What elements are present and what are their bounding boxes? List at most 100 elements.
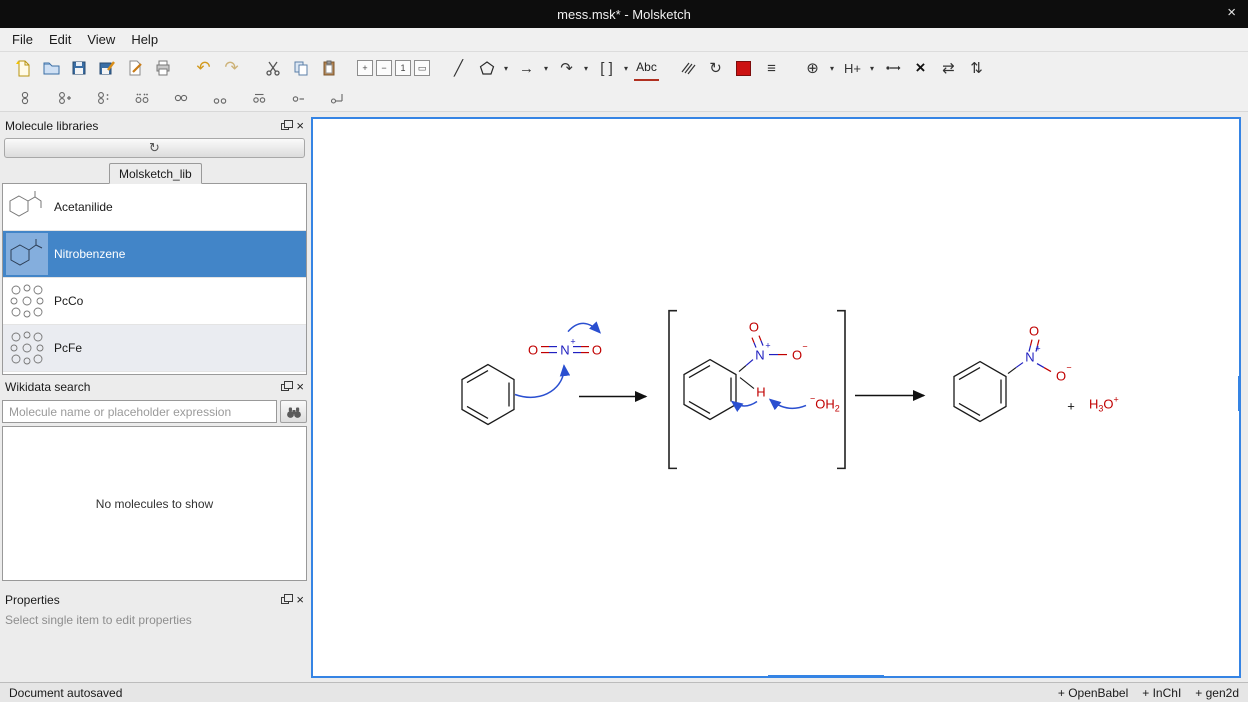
rotate-tool-icon[interactable]: ↻ <box>703 56 728 81</box>
add-hydrogen-icon[interactable] <box>51 85 76 110</box>
menu-help[interactable]: Help <box>123 29 166 50</box>
library-item-nitrobenzene[interactable]: Nitrobenzene <box>3 231 306 278</box>
text-tool-icon[interactable]: Abc <box>634 56 659 81</box>
intermediate-h: H <box>756 385 765 400</box>
bond-angle-icon[interactable] <box>324 85 349 110</box>
wikidata-panel-title: Wikidata search <box>5 380 281 394</box>
export-document-icon[interactable] <box>122 56 147 81</box>
status-bar: Document autosaved + OpenBabel + InChI +… <box>0 682 1248 702</box>
libraries-float-icon[interactable] <box>281 123 289 130</box>
atom-pair-icon[interactable] <box>207 85 232 110</box>
zoom-fit-icon[interactable]: ▭ <box>414 60 430 76</box>
mechanism-arrow-nitronium-curl[interactable] <box>568 323 600 332</box>
open-document-icon[interactable] <box>38 56 63 81</box>
nitrobenzene-structure-icon <box>6 233 48 275</box>
line-width-tool-icon[interactable]: ≡ <box>759 56 784 81</box>
color-swatch[interactable] <box>731 56 756 81</box>
menu-bar: File Edit View Help <box>0 28 1248 52</box>
main-toolbar: ↶ ↷ + − 1 ▭ ╱ ▾ → ▾ ↷ ▾ [ ] ▾ Abc ↻ <box>0 52 1248 84</box>
charge-dropdown-icon[interactable]: ▾ <box>827 64 837 73</box>
product-nitrobenzene[interactable]: N + O O − <box>954 324 1072 422</box>
plugin-openbabel[interactable]: + OpenBabel <box>1058 686 1128 700</box>
nitronium-o-left: O <box>528 343 538 358</box>
library-item-pcfe[interactable]: PcFe <box>3 325 306 372</box>
product-o-right: O <box>1056 369 1066 384</box>
library-tab-bar: Molsketch_lib <box>2 161 307 184</box>
lone-pair-icon[interactable] <box>129 85 154 110</box>
remove-hydrogen-icon[interactable] <box>90 85 115 110</box>
mechanism-arrow-dropdown-icon[interactable]: ▾ <box>581 64 591 73</box>
cut-icon[interactable] <box>260 56 285 81</box>
intermediate-complex[interactable]: N + O O − <box>669 311 845 469</box>
properties-hint-text: Select single item to edit properties <box>0 609 309 631</box>
flip-vertical-tool-icon[interactable]: ⇅ <box>964 56 989 81</box>
bond-order-icon[interactable] <box>246 85 271 110</box>
refresh-icon: ↻ <box>149 140 160 156</box>
atom-valence-icon[interactable] <box>12 85 37 110</box>
print-icon[interactable] <box>150 56 175 81</box>
copy-icon[interactable] <box>288 56 313 81</box>
flip-horizontal-tool-icon[interactable]: ⇄ <box>936 56 961 81</box>
radical-icon[interactable] <box>168 85 193 110</box>
bracket-tool-icon[interactable]: [ ] <box>594 56 619 81</box>
charge-tool-icon[interactable]: ⊕ <box>800 56 825 81</box>
hydronium-label: H3O+ <box>1089 394 1119 413</box>
library-item-pcco[interactable]: PcCo <box>3 278 306 325</box>
draw-bond-tool-icon[interactable]: ╱ <box>446 56 471 81</box>
save-document-icon[interactable] <box>66 56 91 81</box>
canvas-vertical-scrollbar[interactable] <box>1238 376 1241 411</box>
reactant-benzene[interactable] <box>462 365 514 425</box>
wikidata-float-icon[interactable] <box>281 384 289 391</box>
hydrogen-tool-icon[interactable]: H+ <box>840 56 865 81</box>
redo-icon[interactable]: ↷ <box>219 56 244 81</box>
zoom-out-icon[interactable]: − <box>376 60 392 76</box>
library-item-acetanilide[interactable]: Acetanilide <box>3 184 306 231</box>
zoom-in-icon[interactable]: + <box>357 60 373 76</box>
molecule-search-input[interactable] <box>2 400 277 423</box>
properties-float-icon[interactable] <box>281 597 289 604</box>
plugin-gen2d[interactable]: + gen2d <box>1195 686 1239 700</box>
ring-tool-dropdown-icon[interactable]: ▾ <box>501 64 511 73</box>
hydronium-ion[interactable]: H3O+ <box>1089 394 1119 413</box>
undo-icon[interactable]: ↶ <box>191 56 216 81</box>
zoom-original-icon[interactable]: 1 <box>395 60 411 76</box>
window-title: mess.msk* - Molsketch <box>557 7 691 22</box>
title-bar[interactable]: mess.msk* - Molsketch × <box>0 0 1248 28</box>
wikidata-close-icon[interactable]: × <box>296 382 304 392</box>
delete-tool-icon[interactable]: × <box>908 56 933 81</box>
pcco-structure-icon <box>6 280 48 322</box>
drawing-canvas[interactable]: O N + O <box>311 117 1241 678</box>
menu-file[interactable]: File <box>4 29 41 50</box>
right-bracket <box>837 311 845 469</box>
mechanism-arrow-tool-icon[interactable]: ↷ <box>554 56 579 81</box>
save-as-icon[interactable] <box>94 56 119 81</box>
hatch-tool-icon[interactable] <box>675 56 700 81</box>
plugin-inchi[interactable]: + InChI <box>1142 686 1181 700</box>
connect-atoms-tool-icon[interactable] <box>880 56 905 81</box>
bracket-dropdown-icon[interactable]: ▾ <box>621 64 631 73</box>
water-molecule[interactable]: −OH2 <box>770 394 840 414</box>
tab-molsketch-lib[interactable]: Molsketch_lib <box>109 163 202 184</box>
properties-close-icon[interactable]: × <box>296 595 304 605</box>
product-o-top: O <box>1029 324 1039 339</box>
mechanism-arrow-benzene-to-nitronium[interactable] <box>515 366 564 398</box>
ring-tool-icon[interactable] <box>474 56 499 81</box>
nitronium-o-right: O <box>592 343 602 358</box>
status-message: Document autosaved <box>9 686 1044 700</box>
libraries-panel-title: Molecule libraries <box>5 119 281 133</box>
paste-icon[interactable] <box>316 56 341 81</box>
mechanism-arrow-water-to-h[interactable] <box>770 399 806 408</box>
menu-edit[interactable]: Edit <box>41 29 79 50</box>
bond-length-icon[interactable] <box>285 85 310 110</box>
reaction-arrow-tool-icon[interactable]: → <box>514 56 539 81</box>
refresh-libraries-button[interactable]: ↻ <box>4 138 305 158</box>
hydrogen-dropdown-icon[interactable]: ▾ <box>867 64 877 73</box>
search-button[interactable] <box>280 400 307 423</box>
reaction-arrow-dropdown-icon[interactable]: ▾ <box>541 64 551 73</box>
menu-view[interactable]: View <box>79 29 123 50</box>
window-close-icon[interactable]: × <box>1227 4 1236 21</box>
libraries-close-icon[interactable]: × <box>296 121 304 131</box>
canvas-horizontal-scrollbar[interactable] <box>768 675 884 678</box>
new-document-icon[interactable] <box>10 56 35 81</box>
nitronium-ion[interactable]: O N + O <box>528 337 602 358</box>
